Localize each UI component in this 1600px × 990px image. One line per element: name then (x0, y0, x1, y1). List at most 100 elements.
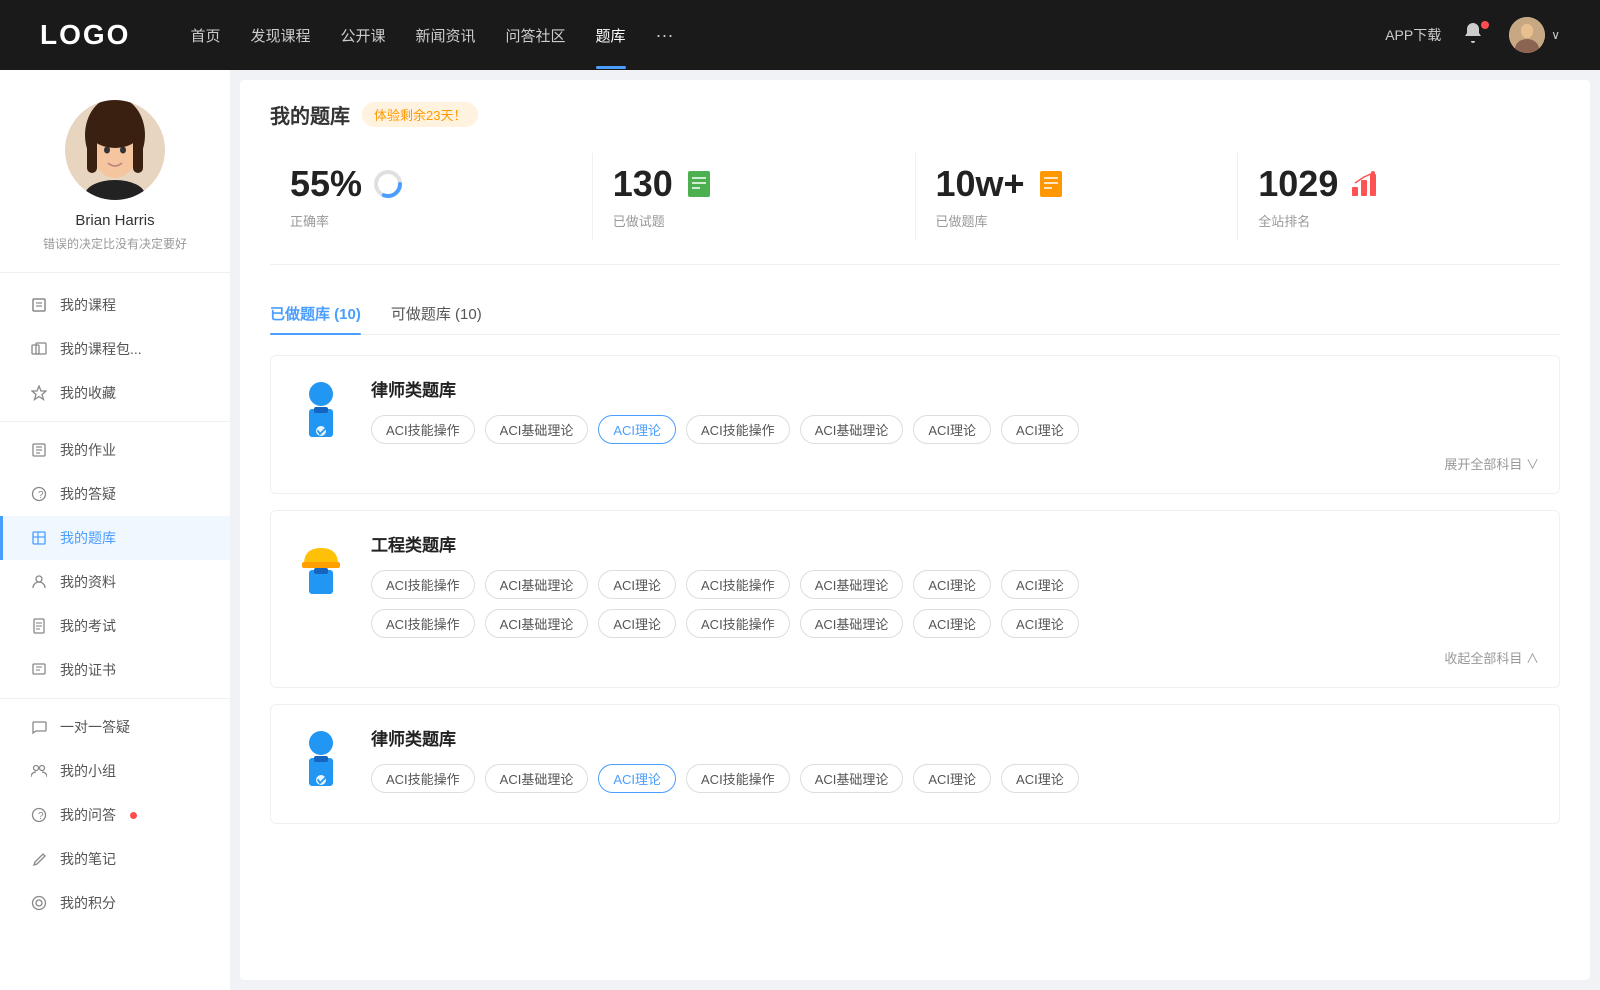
tag[interactable]: ACI基础理论 (485, 415, 589, 444)
homework-icon (30, 441, 48, 459)
qbank-content-2: 工程类题库 ACI技能操作 ACI基础理论 ACI理论 ACI技能操作 ACI基… (371, 531, 1539, 667)
tag[interactable]: ACI基础理论 (800, 764, 904, 793)
qbank-section-engineer: 工程类题库 ACI技能操作 ACI基础理论 ACI理论 ACI技能操作 ACI基… (270, 510, 1560, 688)
collapse-link-2[interactable]: 收起全部科目 ∧ (371, 648, 1539, 667)
engineer-icon (291, 531, 351, 601)
sidebar-item-label: 我的问答 (60, 805, 116, 825)
my-exam-icon (30, 617, 48, 635)
tag[interactable]: ACI技能操作 (371, 415, 475, 444)
tag[interactable]: ACI理论 (1001, 415, 1079, 444)
sidebar-item-my-cert[interactable]: 我的证书 (0, 648, 230, 692)
divider2 (0, 698, 230, 699)
profile-section: Brian Harris 错误的决定比没有决定要好 (0, 100, 230, 273)
qbank-header-2: 工程类题库 ACI技能操作 ACI基础理论 ACI理论 ACI技能操作 ACI基… (291, 531, 1539, 667)
user-avatar-menu[interactable]: ∨ (1509, 17, 1560, 53)
tag[interactable]: ACI理论 (1001, 609, 1079, 638)
qbank-title-1: 律师类题库 (371, 376, 1539, 401)
tag[interactable]: ACI技能操作 (371, 609, 475, 638)
sidebar-item-my-questions[interactable]: ? 我的问答 (0, 793, 230, 837)
nav-qa[interactable]: 问答社区 (506, 20, 566, 51)
tag[interactable]: ACI基础理论 (800, 415, 904, 444)
qbank-header: 律师类题库 ACI技能操作 ACI基础理论 ACI理论 ACI技能操作 ACI基… (291, 376, 1539, 473)
profile-motto: 错误的决定比没有决定要好 (43, 235, 187, 252)
tag[interactable]: ACI理论 (913, 415, 991, 444)
sidebar-item-label: 我的小组 (60, 761, 116, 781)
one-on-one-icon (30, 718, 48, 736)
tag-active[interactable]: ACI理论 (598, 764, 676, 793)
tabs: 已做题库 (10) 可做题库 (10) (270, 293, 1560, 335)
tag[interactable]: ACI基础理论 (485, 570, 589, 599)
tag[interactable]: ACI基础理论 (485, 609, 589, 638)
tag[interactable]: ACI理论 (913, 570, 991, 599)
sidebar: Brian Harris 错误的决定比没有决定要好 我的课程 我的课程包... (0, 70, 230, 990)
tag[interactable]: ACI技能操作 (686, 415, 790, 444)
nav-questionbank[interactable]: 题库 (596, 20, 626, 51)
nav-home[interactable]: 首页 (190, 20, 220, 51)
tag[interactable]: ACI技能操作 (371, 764, 475, 793)
nav-news[interactable]: 新闻资讯 (416, 20, 476, 51)
sidebar-item-label: 我的题库 (60, 528, 116, 548)
tag[interactable]: ACI理论 (598, 570, 676, 599)
sidebar-item-homework[interactable]: 我的作业 (0, 428, 230, 472)
question-bank-icon (30, 529, 48, 547)
sidebar-item-my-notes[interactable]: 我的笔记 (0, 837, 230, 881)
doc-green-icon (683, 168, 715, 200)
tag[interactable]: ACI基础理论 (800, 609, 904, 638)
sidebar-item-question-bank[interactable]: 我的题库 (0, 516, 230, 560)
tag[interactable]: ACI技能操作 (686, 609, 790, 638)
stat-label-questions: 已做试题 (613, 211, 665, 230)
my-group-icon (30, 762, 48, 780)
sidebar-item-my-points[interactable]: 我的积分 (0, 881, 230, 925)
expand-link-1[interactable]: 展开全部科目 ∨ (371, 454, 1539, 473)
my-profile-icon (30, 573, 48, 591)
sidebar-item-favorites[interactable]: 我的收藏 (0, 371, 230, 415)
nav-more[interactable]: ··· (656, 20, 674, 51)
tag[interactable]: ACI理论 (1001, 764, 1079, 793)
my-questions-icon: ? (30, 806, 48, 824)
sidebar-item-my-courses[interactable]: 我的课程 (0, 283, 230, 327)
tag[interactable]: ACI理论 (913, 609, 991, 638)
tag[interactable]: ACI理论 (598, 609, 676, 638)
tags-row-1: ACI技能操作 ACI基础理论 ACI理论 ACI技能操作 ACI基础理论 AC… (371, 415, 1539, 444)
qbank-section-lawyer-2: 律师类题库 ACI技能操作 ACI基础理论 ACI理论 ACI技能操作 ACI基… (270, 704, 1560, 824)
logo[interactable]: LOGO (40, 19, 130, 51)
stats-row: 55% 正确率 130 (270, 153, 1560, 265)
nav-discover[interactable]: 发现课程 (250, 20, 310, 51)
tag-active[interactable]: ACI理论 (598, 415, 676, 444)
stat-label-ranking: 全站排名 (1258, 211, 1310, 230)
my-notes-icon (30, 850, 48, 868)
nav-opencourse[interactable]: 公开课 (340, 20, 385, 51)
sidebar-item-my-exam[interactable]: 我的考试 (0, 604, 230, 648)
sidebar-item-my-qa[interactable]: ? 我的答疑 (0, 472, 230, 516)
tags-row-2a: ACI技能操作 ACI基础理论 ACI理论 ACI技能操作 ACI基础理论 AC… (371, 570, 1539, 599)
sidebar-item-one-on-one[interactable]: 一对一答疑 (0, 705, 230, 749)
tag[interactable]: ACI技能操作 (686, 764, 790, 793)
sidebar-item-my-group[interactable]: 我的小组 (0, 749, 230, 793)
tag[interactable]: ACI技能操作 (371, 570, 475, 599)
tag[interactable]: ACI技能操作 (686, 570, 790, 599)
qbank-content: 律师类题库 ACI技能操作 ACI基础理论 ACI理论 ACI技能操作 ACI基… (371, 376, 1539, 473)
stat-ranking: 1029 全站排名 (1238, 153, 1560, 240)
sidebar-item-course-pack[interactable]: 我的课程包... (0, 327, 230, 371)
stat-top: 130 (613, 163, 715, 205)
stat-top: 55% (290, 163, 404, 205)
sidebar-item-my-profile[interactable]: 我的资料 (0, 560, 230, 604)
tag[interactable]: ACI基础理论 (800, 570, 904, 599)
user-avatar (1509, 17, 1545, 53)
tag[interactable]: ACI理论 (913, 764, 991, 793)
stat-value-questions: 130 (613, 163, 673, 205)
tag[interactable]: ACI理论 (1001, 570, 1079, 599)
tag[interactable]: ACI基础理论 (485, 764, 589, 793)
notification-bell[interactable] (1461, 21, 1489, 49)
svg-text:?: ? (38, 490, 44, 501)
sidebar-item-label: 我的资料 (60, 572, 116, 592)
sidebar-item-label: 我的课程 (60, 295, 116, 315)
page-title-row: 我的题库 体验剩余23天！ (270, 100, 1560, 129)
stat-label-banks: 已做题库 (936, 211, 988, 230)
app-download-button[interactable]: APP下载 (1385, 25, 1441, 45)
svg-text:?: ? (38, 811, 44, 822)
tab-done-banks[interactable]: 已做题库 (10) (270, 293, 361, 334)
qbank-header-3: 律师类题库 ACI技能操作 ACI基础理论 ACI理论 ACI技能操作 ACI基… (291, 725, 1539, 803)
sidebar-item-label: 我的课程包... (60, 339, 142, 359)
tab-available-banks[interactable]: 可做题库 (10) (391, 293, 482, 334)
